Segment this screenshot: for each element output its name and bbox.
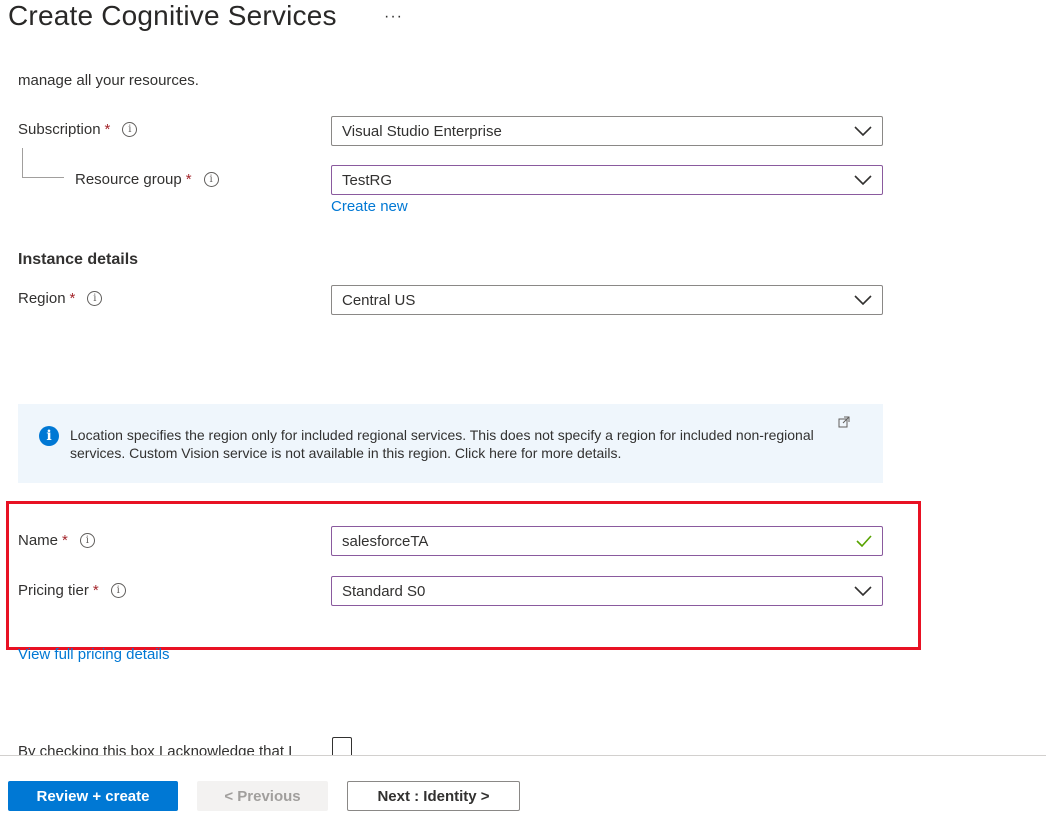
required-asterisk: * bbox=[62, 532, 68, 549]
subscription-label: Subscription * i bbox=[18, 121, 138, 138]
info-banner-text: Location specifies the region only for i… bbox=[70, 427, 814, 461]
subscription-dropdown[interactable]: Visual Studio Enterprise bbox=[331, 116, 883, 146]
tree-connector bbox=[22, 148, 23, 177]
view-pricing-details-link[interactable]: View full pricing details bbox=[18, 646, 169, 663]
info-icon[interactable]: i bbox=[122, 122, 138, 137]
acknowledge-checkbox[interactable] bbox=[332, 737, 352, 757]
tree-connector bbox=[22, 177, 64, 178]
resource-group-dropdown[interactable]: TestRG bbox=[331, 165, 883, 195]
region-info-banner[interactable]: i Location specifies the region only for… bbox=[18, 404, 883, 483]
chevron-down-icon bbox=[854, 295, 872, 305]
required-asterisk: * bbox=[104, 121, 111, 138]
pricing-tier-dropdown[interactable]: Standard S0 bbox=[331, 576, 883, 606]
create-new-link[interactable]: Create new bbox=[331, 198, 408, 215]
required-asterisk: * bbox=[92, 582, 99, 599]
info-icon[interactable]: i bbox=[87, 291, 103, 306]
external-link-icon[interactable] bbox=[838, 416, 850, 428]
page-title: Create Cognitive Services bbox=[8, 0, 337, 31]
resource-group-label: Resource group * i bbox=[75, 171, 219, 188]
chevron-down-icon bbox=[854, 586, 872, 596]
name-input[interactable]: salesforceTA bbox=[331, 526, 883, 556]
footer-divider bbox=[0, 755, 1046, 756]
previous-button[interactable]: < Previous bbox=[197, 781, 328, 811]
region-dropdown[interactable]: Central US bbox=[331, 285, 883, 315]
name-label: Name * i bbox=[18, 532, 95, 549]
required-asterisk: * bbox=[185, 171, 192, 188]
required-asterisk: * bbox=[69, 290, 76, 307]
info-icon[interactable]: i bbox=[79, 533, 95, 548]
info-icon[interactable]: i bbox=[110, 583, 126, 598]
more-options-icon[interactable]: ··· bbox=[384, 8, 403, 26]
next-identity-button[interactable]: Next : Identity > bbox=[347, 781, 520, 811]
info-icon[interactable]: i bbox=[203, 172, 219, 187]
info-filled-icon: i bbox=[39, 426, 59, 446]
instance-details-heading: Instance details bbox=[18, 251, 139, 268]
intro-text: manage all your resources. bbox=[18, 72, 199, 89]
region-label: Region * i bbox=[18, 290, 103, 307]
review-create-button[interactable]: Review + create bbox=[8, 781, 178, 811]
pricing-tier-label: Pricing tier * i bbox=[18, 582, 126, 599]
chevron-down-icon bbox=[854, 126, 872, 136]
checkmark-icon bbox=[856, 535, 872, 547]
chevron-down-icon bbox=[854, 175, 872, 185]
